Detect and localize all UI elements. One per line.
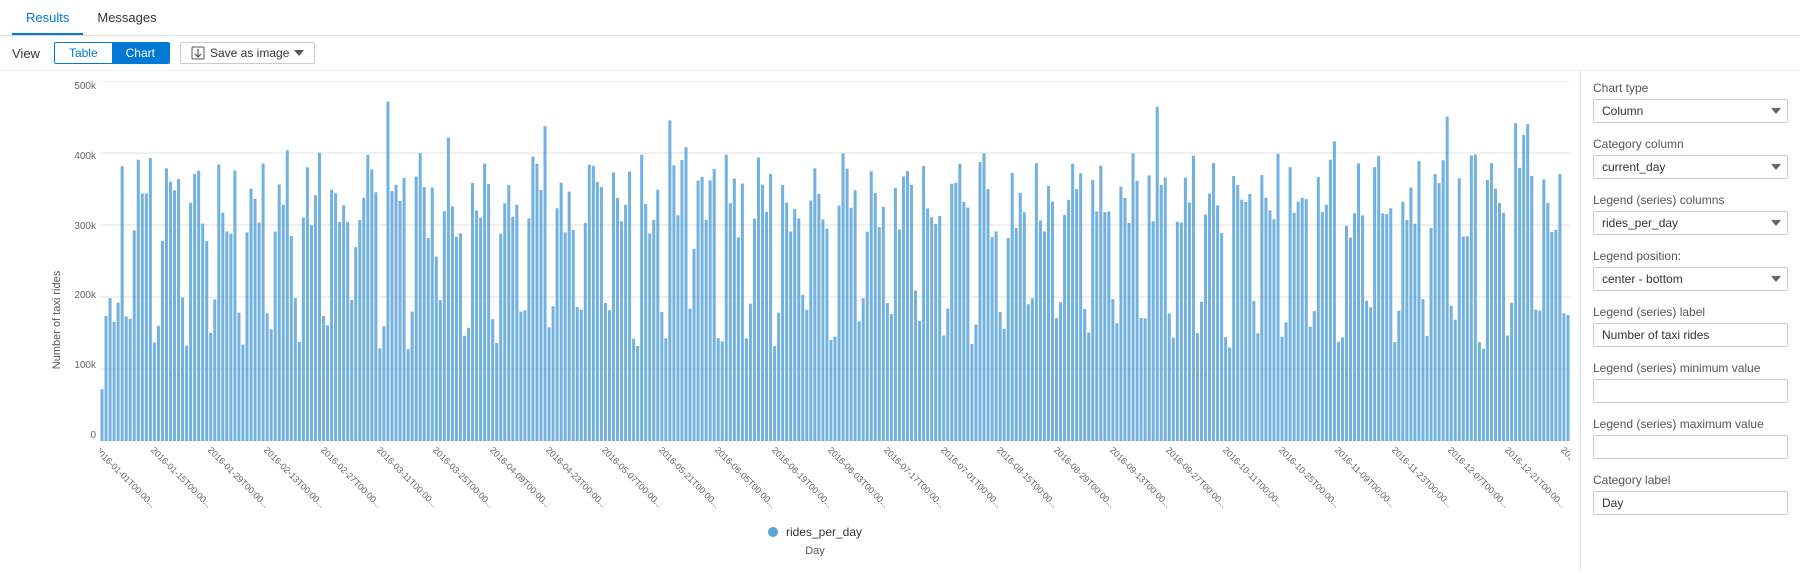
table-button[interactable]: Table — [55, 43, 112, 63]
legend-max-label: Legend (series) maximum value — [1593, 417, 1788, 431]
tab-results[interactable]: Results — [12, 2, 83, 35]
legend-label-label: Legend (series) label — [1593, 305, 1788, 319]
category-label-field: Category label — [1593, 473, 1788, 515]
category-column-field: Category column current_day — [1593, 137, 1788, 179]
legend-label-input[interactable] — [1593, 323, 1788, 347]
legend-min-label: Legend (series) minimum value — [1593, 361, 1788, 375]
y-tick-100k: 100k — [60, 360, 100, 371]
legend-label: rides_per_day — [786, 525, 862, 539]
save-as-image-button[interactable]: Save as image — [180, 42, 315, 64]
y-tick-200k: 200k — [60, 290, 100, 301]
chart-legend: rides_per_day — [60, 521, 1570, 543]
legend-min-field: Legend (series) minimum value — [1593, 361, 1788, 403]
chart-type-label: Chart type — [1593, 81, 1788, 95]
chart-area: Number of taxi rides 0 100k 200k 300k 40… — [0, 71, 1580, 569]
toolbar: View Table Chart Save as image — [0, 36, 1800, 71]
legend-position-select[interactable]: center - bottom top left right none — [1593, 267, 1788, 291]
chart-type-select[interactable]: Column Bar Line Area Scatter Pie — [1593, 99, 1788, 123]
main-content: Number of taxi rides 0 100k 200k 300k 40… — [0, 71, 1800, 569]
legend-label-field: Legend (series) label — [1593, 305, 1788, 347]
chart-type-field: Chart type Column Bar Line Area Scatter … — [1593, 81, 1788, 123]
save-icon — [191, 46, 205, 60]
right-panel: Chart type Column Bar Line Area Scatter … — [1580, 71, 1800, 569]
category-column-label: Category column — [1593, 137, 1788, 151]
y-tick-0: 0 — [60, 430, 100, 441]
y-tick-500k: 500k — [60, 81, 100, 92]
x-axis-label: Day — [805, 545, 825, 557]
tab-messages[interactable]: Messages — [83, 2, 170, 35]
legend-max-input[interactable] — [1593, 435, 1788, 459]
chart-svg — [100, 81, 1570, 441]
category-label-label: Category label — [1593, 473, 1788, 487]
legend-position-field: Legend position: center - bottom top lef… — [1593, 249, 1788, 291]
y-tick-400k: 400k — [60, 151, 100, 162]
legend-series-select[interactable]: rides_per_day — [1593, 211, 1788, 235]
chart-button[interactable]: Chart — [112, 43, 169, 63]
legend-series-field: Legend (series) columns rides_per_day — [1593, 193, 1788, 235]
save-label: Save as image — [210, 46, 289, 60]
legend-position-label: Legend position: — [1593, 249, 1788, 263]
legend-max-field: Legend (series) maximum value — [1593, 417, 1788, 459]
view-toggle-group: Table Chart — [54, 42, 170, 64]
legend-series-label: Legend (series) columns — [1593, 193, 1788, 207]
legend-dot — [768, 527, 778, 537]
category-label-input[interactable] — [1593, 491, 1788, 515]
category-column-select[interactable]: current_day — [1593, 155, 1788, 179]
y-tick-300k: 300k — [60, 221, 100, 232]
top-tabs: Results Messages — [0, 0, 1800, 36]
view-label: View — [12, 46, 40, 61]
legend-min-input[interactable] — [1593, 379, 1788, 403]
chevron-down-icon — [294, 50, 304, 56]
